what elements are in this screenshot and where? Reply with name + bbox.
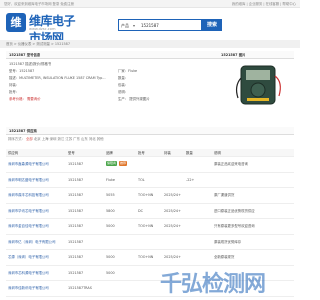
pkg-cell: 2025/24+ bbox=[164, 193, 181, 197]
lot-cell: DC bbox=[138, 208, 143, 213]
brand-cell: 5000 bbox=[106, 270, 115, 275]
info-row-right: 说明： bbox=[118, 90, 129, 94]
welcome-links[interactable]: 您好，欢迎来到维库电子市场网 登录 免费注册 bbox=[4, 2, 74, 6]
table-row[interactable]: 深圳市鼎丰芯科技有限公司 1521587 5055 TOO+NN 2025/24… bbox=[6, 188, 294, 204]
info-row-right: 厂家：Fluke bbox=[118, 69, 138, 73]
pkg-cell: 2025/24+ bbox=[164, 224, 181, 228]
supplier-link[interactable]: 深圳市亿（深圳）电子有限公司 bbox=[8, 240, 58, 244]
info-row: 型号：1521587 bbox=[9, 69, 35, 73]
supplier-link[interactable]: 深圳市明达盛电子有限公司 bbox=[8, 178, 58, 182]
lot-cell: TOO+NN bbox=[138, 255, 154, 259]
logo-mark: 维 bbox=[6, 13, 26, 32]
model-cell: 1521587 bbox=[68, 224, 84, 228]
info-row: 1521587 描述/报价/规格书 bbox=[9, 62, 52, 66]
brand-cell: 5055 bbox=[106, 193, 115, 197]
table-row[interactable]: 深圳市亿（深圳）电子有限公司 1521587 原装现货优势库存 bbox=[6, 235, 294, 250]
model-cell: 1521587 bbox=[68, 193, 84, 197]
info-row: 封装： bbox=[9, 83, 20, 87]
model-cell: 1521587 bbox=[68, 177, 84, 182]
note-cell: 进口原装正品优势现货供应 bbox=[214, 208, 255, 213]
brand-cell: 5800 bbox=[106, 208, 115, 213]
note-cell: 原装现货优势库存 bbox=[214, 239, 242, 244]
model-cell: 1521587 bbox=[68, 239, 84, 244]
info-section-header: 1521587 型号信息 1521587 图片 bbox=[6, 51, 294, 59]
search-box[interactable]: 产品 ▾ 1521587 bbox=[118, 19, 202, 31]
model-cell: 1521587 bbox=[68, 255, 84, 259]
col-header: 批号 bbox=[138, 150, 145, 155]
watermark-text: 千弘检测网 bbox=[160, 272, 266, 297]
recommend-badge: 推荐 bbox=[119, 161, 128, 166]
price-row[interactable]: 参考价格： 需要询价 bbox=[9, 97, 41, 101]
table-row[interactable]: 芯源（深圳）电子有限公司 1521587 5000 TOO+NN 2025/24… bbox=[6, 250, 294, 266]
chevron-down-icon[interactable]: ▾ bbox=[133, 23, 135, 28]
col-header: 说明 bbox=[214, 150, 221, 155]
pkg-cell: 2025/24+ bbox=[164, 208, 181, 213]
info-row: 描述：MULTIMETER, INSULATION FLUKE 1587 CRA… bbox=[9, 76, 106, 80]
table-header-row: 供应商 型号 品牌 批号 封装 数量 说明 bbox=[6, 149, 294, 157]
lot-cell: TOL bbox=[138, 177, 145, 182]
search-category[interactable]: 产品 bbox=[121, 23, 129, 29]
supplier-link[interactable]: 芯源（深圳）电子有限公司 bbox=[8, 255, 58, 259]
brand-cell: Fluke bbox=[106, 177, 115, 182]
pkg-cell: 2025/24+ bbox=[164, 255, 181, 259]
note-cell: 原厂渠道供货 bbox=[214, 193, 235, 197]
col-header: 供应商 bbox=[8, 150, 19, 155]
supplier-link[interactable]: 深圳市芯科源电子有限公司 bbox=[8, 271, 58, 275]
info-row: 批号： bbox=[9, 90, 20, 94]
region-filter: 排序方式： 全部 北京 上海 深圳 浙江 江苏 广东 山东 河北 其他 bbox=[8, 137, 104, 141]
supplier-link[interactable]: 深圳市佳新讯电子有限公司 bbox=[8, 286, 58, 290]
table-row[interactable]: 深圳市明达盛电子有限公司 1521587 Fluke TOL -22+ bbox=[6, 173, 294, 188]
model-cell: 1521587 bbox=[68, 162, 84, 166]
supplier-link[interactable]: 深圳市金百佳电子有限公司 bbox=[8, 224, 58, 228]
guarantee-badge: 保障商 bbox=[106, 161, 118, 166]
table-row[interactable]: 深圳市华讯芯电子有限公司 1521587 5800 DC 2025/24+ 进口… bbox=[6, 204, 294, 219]
note-cell: 只有原装更多型号欢迎咨询 bbox=[214, 224, 255, 228]
info-row-right: 生产： 提供外观图片 bbox=[118, 97, 150, 101]
model-cell: 1521587 bbox=[68, 270, 84, 275]
table-row[interactable]: 深圳市金百佳电子有限公司 1521587 5000 TOO+NN 2025/24… bbox=[6, 219, 294, 235]
model-cell: 1521587 bbox=[68, 208, 84, 213]
search-input[interactable]: 1521587 bbox=[141, 23, 159, 28]
logo-url: www.dzsc.com bbox=[29, 27, 56, 31]
filter-all[interactable]: 全部 bbox=[26, 137, 33, 141]
brand-cell: 5000 bbox=[106, 255, 115, 259]
col-header: 品牌 bbox=[106, 150, 113, 155]
lot-cell: TOO+NN bbox=[138, 193, 154, 197]
note-cell: 全新原装现货 bbox=[214, 255, 235, 259]
col-header: 型号 bbox=[68, 150, 75, 155]
service-links[interactable]: 我的维库 | 企业服务 | 在线客服 | 帮助中心 bbox=[232, 2, 296, 6]
supplier-link[interactable]: 深圳市华讯芯电子有限公司 bbox=[8, 209, 58, 213]
filter-regions[interactable]: 北京 上海 深圳 浙江 江苏 广东 山东 河北 其他 bbox=[34, 137, 104, 141]
filter-label: 排序方式： bbox=[8, 137, 25, 141]
info-section-title: 1521587 型号信息 bbox=[9, 52, 41, 57]
brand-cell: 5000 bbox=[106, 224, 115, 228]
breadcrumb[interactable]: 首页 > 仪器仪表 > 测试测量 > 1521587 bbox=[6, 42, 70, 46]
col-header: 封装 bbox=[164, 150, 171, 155]
supplier-section-header: 1521587 供应商 bbox=[6, 127, 294, 135]
info-row-right: 数量： bbox=[118, 76, 129, 80]
supplier-link[interactable]: 深圳市鼎丰芯科技有限公司 bbox=[8, 193, 58, 197]
supplier-link[interactable]: 深圳市鑫森源电子有限公司 bbox=[8, 162, 58, 166]
top-utility-bar: 您好，欢迎来到维库电子市场网 登录 免费注册 我的维库 | 企业服务 | 在线客… bbox=[0, 0, 300, 8]
info-row-right: 包装： bbox=[118, 83, 129, 87]
table-row[interactable]: 深圳市鑫森源电子有限公司 1521587 保障商 推荐 原装正品欢迎来电咨询 bbox=[6, 157, 294, 173]
image-section-title: 1521587 图片 bbox=[221, 52, 246, 57]
note-cell: 原装正品欢迎来电咨询 bbox=[214, 162, 248, 166]
col-header: 数量 bbox=[186, 150, 193, 155]
qty-cell: -22+ bbox=[186, 177, 195, 182]
supplier-section-title: 1521587 供应商 bbox=[9, 128, 37, 133]
lot-cell: TOO+NN bbox=[138, 224, 154, 228]
search-button[interactable]: 搜索 bbox=[202, 19, 222, 31]
product-image[interactable] bbox=[233, 62, 285, 106]
site-logo[interactable]: 维 维库电子市场网 www.dzsc.com bbox=[6, 12, 86, 45]
model-cell: 1521587TRAS bbox=[68, 286, 92, 290]
